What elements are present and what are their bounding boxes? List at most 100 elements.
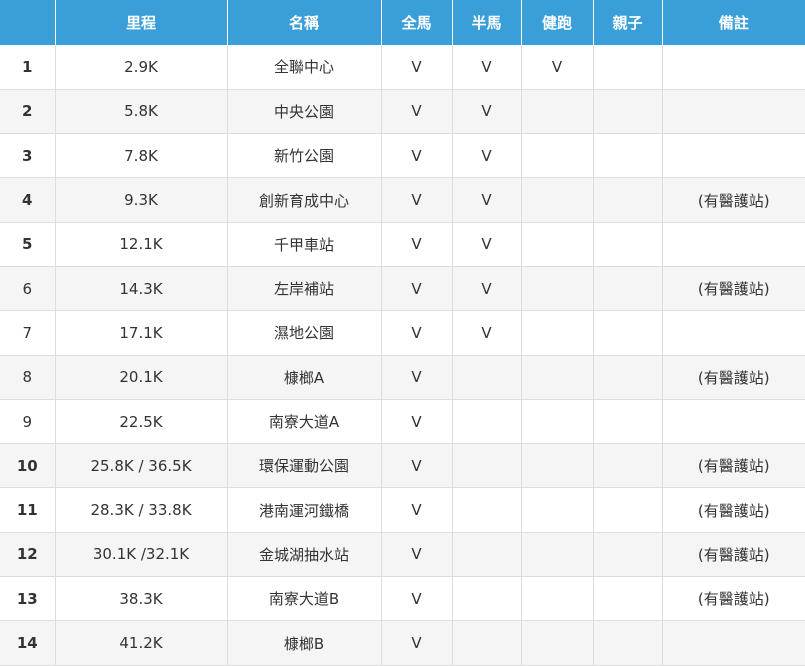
cell-distance: 38.3K xyxy=(55,576,228,622)
cell-half-marathon xyxy=(452,399,522,445)
cell-distance: 7.8K xyxy=(55,133,228,179)
cell-fun-run: V xyxy=(521,45,594,90)
cell-family-run xyxy=(593,443,663,489)
cell-half-marathon: V xyxy=(452,177,522,223)
cell-full-marathon: V xyxy=(381,266,453,312)
cell-family-run xyxy=(593,487,663,533)
cell-full-marathon: V xyxy=(381,89,453,135)
cell-note xyxy=(662,45,805,90)
cell-half-marathon: V xyxy=(452,89,522,135)
cell-family-run xyxy=(593,399,663,445)
cell-note: (有醫護站) xyxy=(662,576,805,622)
cell-half-marathon: V xyxy=(452,310,522,356)
table-row: 14 41.2K 槺榔B V xyxy=(0,620,805,666)
cell-note: (有醫護站) xyxy=(662,355,805,400)
cell-distance: 5.8K xyxy=(55,89,228,135)
table-row: 9 22.5K 南寮大道A V xyxy=(0,399,805,445)
header-half-marathon: 半馬 xyxy=(451,0,522,45)
header-name: 名稱 xyxy=(226,0,382,45)
cell-full-marathon: V xyxy=(381,310,453,356)
cell-note xyxy=(662,620,805,666)
cell-family-run xyxy=(593,177,663,223)
cell-family-run xyxy=(593,620,663,666)
cell-family-run xyxy=(593,310,663,356)
cell-fun-run xyxy=(521,487,594,533)
cell-distance: 2.9K xyxy=(55,45,228,90)
cell-distance: 20.1K xyxy=(55,355,228,400)
cell-family-run xyxy=(593,355,663,400)
cell-station-name: 槺榔A xyxy=(227,355,382,400)
table-body: 1 2.9K 全聯中心 V V V 2 5.8K 中央公園 V V 3 7.8K 新竹公園 V V 4 9.3K 創… xyxy=(0,45,805,666)
header-fun-run: 健跑 xyxy=(520,0,594,45)
cell-index: 13 xyxy=(0,576,56,622)
cell-half-marathon xyxy=(452,532,522,578)
cell-station-name: 槺榔B xyxy=(227,620,382,666)
header-full-marathon: 全馬 xyxy=(380,0,453,45)
cell-family-run xyxy=(593,133,663,179)
cell-note xyxy=(662,133,805,179)
cell-family-run xyxy=(593,89,663,135)
table-row: 4 9.3K 創新育成中心 V V (有醫護站) xyxy=(0,177,805,223)
cell-fun-run xyxy=(521,620,594,666)
cell-distance: 17.1K xyxy=(55,310,228,356)
cell-index: 8 xyxy=(0,355,56,400)
cell-distance: 14.3K xyxy=(55,266,228,312)
cell-index: 5 xyxy=(0,222,56,267)
cell-station-name: 左岸補站 xyxy=(227,266,382,312)
header-row: 里程 名稱 全馬 半馬 健跑 親子 備註 xyxy=(0,0,805,45)
cell-note xyxy=(662,310,805,356)
cell-station-name: 千甲車站 xyxy=(227,222,382,267)
cell-fun-run xyxy=(521,355,594,400)
table-row: 11 28.3K / 33.8K 港南運河鐵橋 V (有醫護站) xyxy=(0,487,805,533)
cell-full-marathon: V xyxy=(381,177,453,223)
table-header: 里程 名稱 全馬 半馬 健跑 親子 備註 xyxy=(0,0,805,45)
table-row: 3 7.8K 新竹公園 V V xyxy=(0,133,805,179)
cell-distance: 30.1K /32.1K xyxy=(55,532,228,578)
cell-index: 9 xyxy=(0,399,56,445)
table-row: 1 2.9K 全聯中心 V V V xyxy=(0,45,805,90)
cell-station-name: 新竹公園 xyxy=(227,133,382,179)
cell-index: 3 xyxy=(0,133,56,179)
cell-station-name: 南寮大道B xyxy=(227,576,382,622)
table-row: 12 30.1K /32.1K 金城湖抽水站 V (有醫護站) xyxy=(0,532,805,578)
header-distance: 里程 xyxy=(54,0,228,45)
table-row: 5 12.1K 千甲車站 V V xyxy=(0,222,805,267)
cell-distance: 12.1K xyxy=(55,222,228,267)
cell-index: 2 xyxy=(0,89,56,135)
cell-fun-run xyxy=(521,532,594,578)
cell-note: (有醫護站) xyxy=(662,443,805,489)
cell-full-marathon: V xyxy=(381,222,453,267)
cell-index: 10 xyxy=(0,443,56,489)
cell-index: 4 xyxy=(0,177,56,223)
cell-note: (有醫護站) xyxy=(662,532,805,578)
cell-station-name: 港南運河鐵橋 xyxy=(227,487,382,533)
cell-family-run xyxy=(593,266,663,312)
cell-distance: 25.8K / 36.5K xyxy=(55,443,228,489)
cell-half-marathon: V xyxy=(452,133,522,179)
cell-family-run xyxy=(593,45,663,90)
cell-fun-run xyxy=(521,89,594,135)
cell-distance: 22.5K xyxy=(55,399,228,445)
cell-distance: 28.3K / 33.8K xyxy=(55,487,228,533)
cell-half-marathon xyxy=(452,620,522,666)
cell-index: 6 xyxy=(0,266,56,312)
cell-fun-run xyxy=(521,222,594,267)
header-family-run: 親子 xyxy=(592,0,663,45)
cell-full-marathon: V xyxy=(381,532,453,578)
cell-fun-run xyxy=(521,266,594,312)
cell-half-marathon: V xyxy=(452,45,522,90)
table-row: 2 5.8K 中央公園 V V xyxy=(0,89,805,135)
cell-distance: 9.3K xyxy=(55,177,228,223)
cell-family-run xyxy=(593,532,663,578)
cell-station-name: 南寮大道A xyxy=(227,399,382,445)
cell-station-name: 環保運動公園 xyxy=(227,443,382,489)
water-station-table: 里程 名稱 全馬 半馬 健跑 親子 備註 1 2.9K 全聯中心 V V V 2 5.8K 中央… xyxy=(0,0,805,666)
cell-note: (有醫護站) xyxy=(662,266,805,312)
cell-fun-run xyxy=(521,399,594,445)
cell-full-marathon: V xyxy=(381,487,453,533)
cell-fun-run xyxy=(521,133,594,179)
cell-half-marathon xyxy=(452,443,522,489)
cell-index: 12 xyxy=(0,532,56,578)
cell-full-marathon: V xyxy=(381,355,453,400)
cell-distance: 41.2K xyxy=(55,620,228,666)
